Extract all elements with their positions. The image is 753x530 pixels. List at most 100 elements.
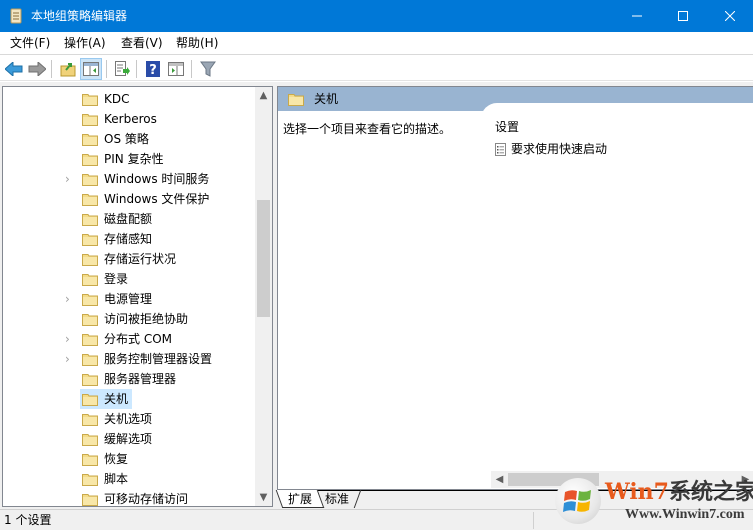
- action-pane-icon: [168, 62, 184, 76]
- tree-item-label: Kerberos: [104, 112, 157, 126]
- tree-item[interactable]: 服务器管理器: [3, 369, 255, 389]
- chevron-up-icon: ▲: [259, 90, 268, 101]
- back-arrow-icon: [5, 62, 23, 76]
- maximize-icon: [678, 11, 688, 21]
- menu-help[interactable]: 帮助(H): [176, 36, 218, 51]
- settings-list: 设置 要求使用快速启动: [481, 103, 753, 463]
- tree-vertical-scrollbar[interactable]: ▲ ▼: [255, 87, 272, 506]
- detail-header-title: 关机: [314, 92, 339, 106]
- maximize-button[interactable]: [660, 0, 706, 32]
- tree-item[interactable]: 脚本: [3, 469, 255, 489]
- tree-item[interactable]: 磁盘配额: [3, 209, 255, 229]
- menu-action[interactable]: 操作(A): [64, 36, 106, 51]
- minimize-button[interactable]: [614, 0, 660, 32]
- show-hide-action-pane-button[interactable]: [165, 58, 187, 80]
- console-tree-icon: [83, 62, 99, 76]
- folder-icon: [288, 92, 304, 109]
- status-text: 1 个设置: [4, 513, 52, 527]
- filter-button[interactable]: [197, 58, 219, 80]
- tree-item[interactable]: OS 策略: [3, 129, 255, 149]
- watermark-url: Www.Winwin7.com: [625, 507, 745, 522]
- tree-item[interactable]: Windows 文件保护: [3, 189, 255, 209]
- folder-icon: [82, 112, 98, 129]
- show-hide-console-tree-button[interactable]: [80, 58, 102, 80]
- tree-item[interactable]: KDC: [3, 89, 255, 109]
- tree-item[interactable]: PIN 复杂性: [3, 149, 255, 169]
- console-tree: 可移动存储访问 脚本 恢复 缓解选项 关机选项 关机 服务器管理器 › 服务控制管理器设置 › 分布…: [2, 86, 273, 507]
- tree-item[interactable]: Kerberos: [3, 109, 255, 129]
- toolbar: ?: [0, 56, 753, 81]
- app-scroll-icon: [9, 8, 23, 24]
- filter-icon: [200, 61, 216, 77]
- help-button[interactable]: ?: [142, 58, 164, 80]
- tree-item[interactable]: 关机选项: [3, 409, 255, 429]
- folder-icon: [82, 152, 98, 169]
- scroll-left-button[interactable]: ◀: [491, 471, 508, 488]
- watermark-brand: Win7系统之家: [605, 480, 753, 504]
- tree-item[interactable]: 登录: [3, 269, 255, 289]
- tree-item[interactable]: › Windows 时间服务: [3, 169, 255, 189]
- back-button[interactable]: [3, 58, 25, 80]
- svg-text:?: ?: [149, 63, 157, 77]
- tree-item[interactable]: 可移动存储访问: [3, 489, 255, 506]
- help-icon: ?: [146, 61, 160, 77]
- folder-icon: [82, 412, 98, 429]
- tree-item[interactable]: 缓解选项: [3, 429, 255, 449]
- up-folder-icon: [60, 63, 76, 77]
- tree-item-label: 登录: [104, 272, 129, 286]
- close-button[interactable]: [707, 0, 753, 32]
- tree-item-label: OS 策略: [104, 132, 149, 146]
- folder-icon: [82, 192, 98, 209]
- folder-icon: [82, 272, 98, 289]
- expand-chevron-icon[interactable]: ›: [65, 292, 75, 306]
- folder-icon: [82, 372, 98, 389]
- tree-item-label: 脚本: [104, 472, 129, 486]
- tree-item-label: Windows 时间服务: [104, 172, 210, 186]
- close-icon: [725, 11, 735, 21]
- folder-icon: [82, 212, 98, 229]
- folder-icon: [82, 452, 98, 469]
- folder-icon: [82, 392, 98, 409]
- tree-item-label: 访问被拒绝协助: [104, 312, 189, 326]
- folder-icon: [82, 172, 98, 189]
- toolbar-separator: [136, 60, 137, 78]
- description-text: 选择一个项目来查看它的描述。: [283, 122, 452, 136]
- tree-item-label: Windows 文件保护: [104, 192, 210, 206]
- tab-standard[interactable]: 标准: [313, 490, 362, 508]
- tree-item[interactable]: 存储感知: [3, 229, 255, 249]
- folder-icon: [82, 312, 98, 329]
- folder-icon: [82, 492, 98, 506]
- tree-item[interactable]: 关机: [3, 389, 255, 409]
- export-list-button[interactable]: [111, 58, 133, 80]
- setting-label: 要求使用快速启动: [511, 142, 608, 156]
- scroll-down-button[interactable]: ▼: [255, 489, 272, 506]
- scroll-thumb[interactable]: [257, 200, 270, 317]
- tree-item-label: KDC: [104, 92, 130, 106]
- menu-file[interactable]: 文件(F): [10, 36, 50, 51]
- folder-icon: [82, 292, 98, 309]
- tree-item[interactable]: › 服务控制管理器设置: [3, 349, 255, 369]
- tree-item-label: 分布式 COM: [104, 332, 172, 346]
- tree-item-label: 磁盘配额: [104, 212, 153, 226]
- up-one-level-button[interactable]: [57, 58, 79, 80]
- scroll-up-button[interactable]: ▲: [255, 87, 272, 104]
- tree-item-label: 存储感知: [104, 232, 153, 246]
- minimize-icon: [632, 15, 642, 17]
- watermark: Win7系统之家 Www.Winwin7.com: [555, 478, 753, 530]
- title-bar: 本地组策略编辑器: [0, 0, 753, 32]
- menu-view[interactable]: 查看(V): [121, 36, 163, 51]
- watermark-brand-latin: Win7: [605, 479, 669, 505]
- forward-button[interactable]: [26, 58, 48, 80]
- expand-chevron-icon[interactable]: ›: [65, 172, 75, 186]
- tree-item[interactable]: 存储运行状况: [3, 249, 255, 269]
- tree-item-label: PIN 复杂性: [104, 152, 164, 166]
- tree-item[interactable]: › 分布式 COM: [3, 329, 255, 349]
- tree-item[interactable]: 访问被拒绝协助: [3, 309, 255, 329]
- tree-item[interactable]: 恢复: [3, 449, 255, 469]
- tree-item[interactable]: › 电源管理: [3, 289, 255, 309]
- windows-logo-icon: [555, 478, 601, 524]
- menu-bar: 文件(F) 操作(A) 查看(V) 帮助(H): [0, 32, 753, 55]
- expand-chevron-icon[interactable]: ›: [65, 352, 75, 366]
- expand-chevron-icon[interactable]: ›: [65, 332, 75, 346]
- settings-column-header[interactable]: 设置: [495, 119, 519, 135]
